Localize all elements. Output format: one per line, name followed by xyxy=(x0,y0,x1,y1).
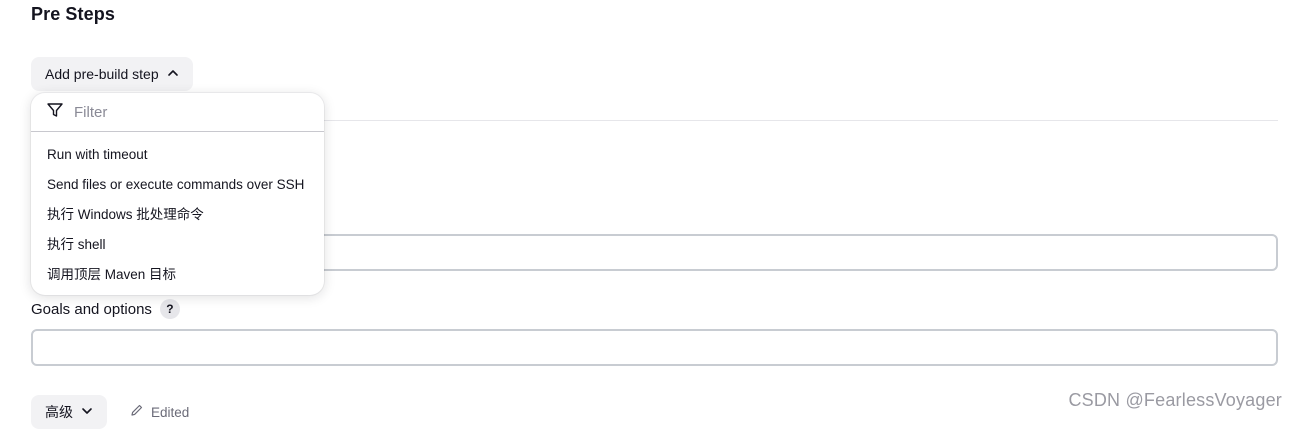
chevron-down-icon xyxy=(81,404,93,420)
help-icon[interactable]: ? xyxy=(159,299,180,319)
pre-build-step-dropdown: Run with timeout Send files or execute c… xyxy=(31,93,324,295)
menu-item-send-files-ssh[interactable]: Send files or execute commands over SSH xyxy=(31,170,324,200)
edited-indicator: Edited xyxy=(129,403,189,421)
goals-label-text: Goals and options xyxy=(31,300,152,318)
watermark: CSDN @FearlessVoyager xyxy=(1068,390,1282,410)
filter-icon xyxy=(46,101,64,124)
filter-input[interactable] xyxy=(72,102,296,122)
advanced-label: 高级 xyxy=(45,404,73,420)
chevron-up-icon xyxy=(167,66,179,82)
menu-item-run-with-timeout[interactable]: Run with timeout xyxy=(31,140,324,170)
goals-and-options-input[interactable] xyxy=(31,329,1278,366)
goals-and-options-label: Goals and options ? xyxy=(31,299,180,319)
menu-item-windows-batch[interactable]: 执行 Windows 批处理命令 xyxy=(31,200,324,230)
filter-row xyxy=(31,93,324,132)
add-pre-build-step-label: Add pre-build step xyxy=(45,66,159,82)
add-pre-build-step-button[interactable]: Add pre-build step xyxy=(31,57,193,91)
edited-label: Edited xyxy=(151,404,190,420)
pencil-icon xyxy=(129,403,144,421)
step-menu: Run with timeout Send files or execute c… xyxy=(31,132,324,290)
advanced-button[interactable]: 高级 xyxy=(31,395,107,429)
section-title: Pre Steps xyxy=(31,4,115,24)
menu-item-execute-shell[interactable]: 执行 shell xyxy=(31,230,324,260)
section-divider xyxy=(324,120,1278,121)
menu-item-invoke-maven[interactable]: 调用顶层 Maven 目标 xyxy=(31,260,324,290)
